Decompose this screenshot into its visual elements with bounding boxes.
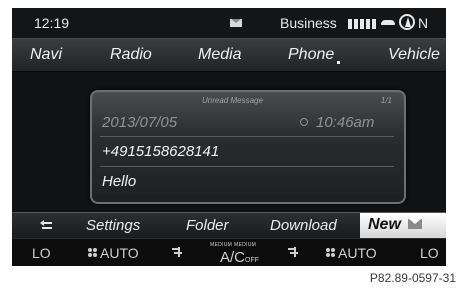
clock: 12:19	[34, 15, 70, 31]
right-temperature[interactable]: LO	[420, 245, 439, 261]
ac-state: OFF	[245, 257, 260, 264]
sub-function-bar: Settings Folder Download New	[12, 212, 446, 238]
signal-strength-icon	[348, 19, 378, 29]
message-card-title: Unread Message	[202, 96, 263, 105]
folder-button[interactable]: Folder	[186, 217, 229, 234]
message-sender: +4915158628141	[102, 143, 220, 160]
back-arrow-icon[interactable]	[40, 219, 54, 231]
status-bar: 12:19 Business N	[12, 8, 446, 38]
submenu-indicator-icon	[337, 61, 341, 64]
message-time: 10:46am	[316, 114, 375, 131]
main-menu-phone[interactable]: Phone	[288, 46, 341, 64]
new-message-button[interactable]: New	[360, 213, 446, 238]
airflow-icon[interactable]	[172, 245, 184, 259]
main-function-bar: Navi Radio Media Phone Vehicle	[12, 38, 446, 72]
ac-label: A/C	[220, 249, 246, 266]
fan-icon	[88, 248, 97, 257]
new-button-label: New	[368, 216, 401, 233]
airflow-icon[interactable]	[288, 245, 300, 259]
message-index: 1/1	[380, 96, 392, 105]
compass-icon	[399, 14, 415, 30]
ac-right-setting: MEDIUM	[234, 242, 257, 248]
screenshot: 12:19 Business N Navi Radio Media Phone …	[0, 0, 458, 288]
divider	[100, 136, 394, 137]
fan-icon	[326, 248, 335, 257]
message-card-header: Unread Message 1/1	[92, 92, 404, 112]
settings-button[interactable]: Settings	[86, 217, 140, 234]
main-menu-phone-label: Phone	[288, 46, 335, 63]
ac-button[interactable]: A/COFF	[220, 249, 259, 266]
main-menu-radio[interactable]: Radio	[110, 46, 152, 64]
ac-left-setting: MEDIUM	[210, 242, 233, 248]
envelope-icon	[408, 219, 422, 229]
message-body: Hello	[102, 173, 137, 190]
compass-heading: N	[418, 15, 429, 31]
clock-icon	[300, 118, 308, 126]
left-temperature[interactable]: LO	[32, 245, 51, 261]
message-date: 2013/07/05	[102, 114, 178, 131]
head-unit-display: 12:19 Business N Navi Radio Media Phone …	[12, 8, 446, 266]
climate-control-bar: LO AUTO MEDIUM MEDIUM A/COFF AUTO LO	[12, 238, 446, 266]
message-envelope-icon	[230, 19, 242, 27]
download-button[interactable]: Download	[270, 217, 337, 234]
left-fan-mode[interactable]: AUTO	[100, 245, 139, 261]
main-menu-media[interactable]: Media	[198, 46, 242, 64]
message-card[interactable]: Unread Message 1/1 2013/07/05 10:46am +4…	[90, 90, 406, 204]
main-menu-navi[interactable]: Navi	[30, 46, 62, 64]
main-menu-vehicle[interactable]: Vehicle	[388, 46, 440, 64]
divider	[100, 166, 394, 167]
phone-handset-icon	[381, 20, 395, 28]
figure-reference-code: P82.89-0597-31	[369, 271, 456, 285]
phone-profile-name: Business	[280, 15, 337, 31]
right-fan-mode[interactable]: AUTO	[338, 245, 377, 261]
